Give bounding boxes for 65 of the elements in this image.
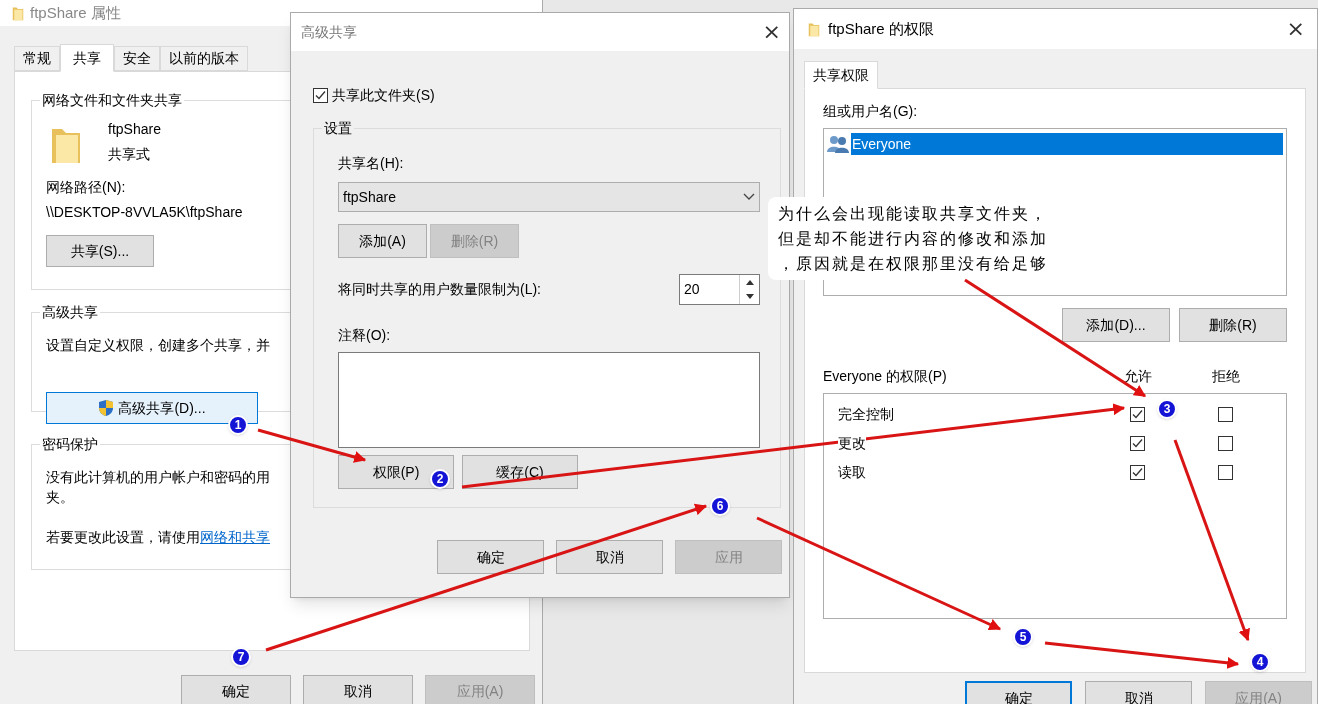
dialog-button[interactable]: 共享(S)... xyxy=(46,235,154,267)
tab[interactable]: 共享权限 xyxy=(804,61,878,89)
dialog-button[interactable]: 添加(D)... xyxy=(1062,308,1170,342)
tab[interactable]: 安全 xyxy=(114,46,160,71)
callout-text: 但是却不能进行内容的修改和添加 xyxy=(778,229,1049,249)
column-header: 拒绝 xyxy=(1211,367,1241,386)
checkbox[interactable] xyxy=(1217,407,1233,422)
tab[interactable]: 常规 xyxy=(14,46,60,71)
close-button[interactable]: × xyxy=(762,21,781,43)
folder-name: ftpShare xyxy=(108,120,161,139)
permissions-label: Everyone 的权限(P) xyxy=(823,367,948,386)
share-status: 共享式 xyxy=(108,145,151,164)
checkbox[interactable] xyxy=(1129,465,1145,480)
window-title: ftpShare 属性 xyxy=(30,2,122,23)
checkbox[interactable] xyxy=(1217,465,1233,480)
shield-icon xyxy=(98,399,115,417)
chevron-down-icon xyxy=(743,193,755,201)
user-limit-spinner[interactable]: 20 xyxy=(679,274,760,305)
network-link[interactable]: 网络和共享 xyxy=(200,529,270,545)
dialog-button[interactable]: 添加(A) xyxy=(338,224,427,258)
checkmark-icon xyxy=(315,90,326,101)
dialog-button[interactable]: 确定 xyxy=(437,540,544,574)
down-arrow-icon[interactable] xyxy=(745,294,754,300)
group-title: 密码保护 xyxy=(41,435,99,454)
folder-icon xyxy=(12,5,24,21)
checkmark-icon xyxy=(1131,409,1143,420)
checkmark-icon xyxy=(1131,438,1143,449)
description-line: 夹。 xyxy=(46,488,74,507)
checkbox[interactable] xyxy=(1129,436,1145,451)
up-arrow-icon[interactable] xyxy=(745,279,754,285)
tab[interactable]: 以前的版本 xyxy=(160,46,248,71)
close-button[interactable]: × xyxy=(1286,18,1305,40)
checkmark-icon xyxy=(1131,467,1143,478)
group-title: 高级共享 xyxy=(41,303,99,322)
group-title: 网络文件和文件夹共享 xyxy=(41,91,183,110)
description-line: 没有此计算机的用户帐户和密码的用 xyxy=(46,468,270,487)
group-label: 组或用户名(G): xyxy=(823,102,919,121)
comment-label: 注释(O): xyxy=(338,326,392,345)
comment-field[interactable] xyxy=(338,352,760,448)
group-title: 设置 xyxy=(323,119,353,138)
window-title: ftpShare 的权限 xyxy=(828,18,935,39)
share-name-dropdown[interactable]: ftpShare xyxy=(338,182,760,212)
tab[interactable]: 共享 xyxy=(60,44,114,72)
callout-text: ，原因就是在权限那里没有给足够 xyxy=(778,254,1049,274)
checkbox-label: 共享此文件夹(S) xyxy=(332,86,435,105)
dialog-button[interactable]: 确定 xyxy=(181,675,291,704)
dialog-button[interactable]: 取消 xyxy=(1085,681,1192,704)
callout-text: 为什么会出现能读取共享文件夹， xyxy=(778,204,1049,224)
dialog-button[interactable]: 取消 xyxy=(556,540,663,574)
column-header: 允许 xyxy=(1123,367,1153,386)
user-list-item[interactable]: Everyone xyxy=(851,133,1283,155)
window-title: 高级共享 xyxy=(301,22,358,42)
folder-icon xyxy=(808,21,820,37)
share-name-label: 共享名(H): xyxy=(338,154,405,173)
checkbox[interactable] xyxy=(1217,436,1233,451)
description-text: 设置自定义权限，创建多个共享，并 xyxy=(46,336,270,355)
dialog-button[interactable]: 取消 xyxy=(303,675,413,704)
checkbox[interactable] xyxy=(1129,407,1145,422)
users-icon xyxy=(827,135,849,153)
hint-text: 若要更改此设置，请使用 xyxy=(46,529,200,545)
dialog-button[interactable]: 删除(R) xyxy=(1179,308,1287,342)
dialog-button[interactable]: 确定 xyxy=(965,681,1072,704)
network-path: \\DESKTOP-8VVLA5K\ftpShare xyxy=(46,203,244,222)
checkbox[interactable] xyxy=(313,88,328,103)
limit-label: 将同时共享的用户数量限制为(L): xyxy=(338,280,541,299)
